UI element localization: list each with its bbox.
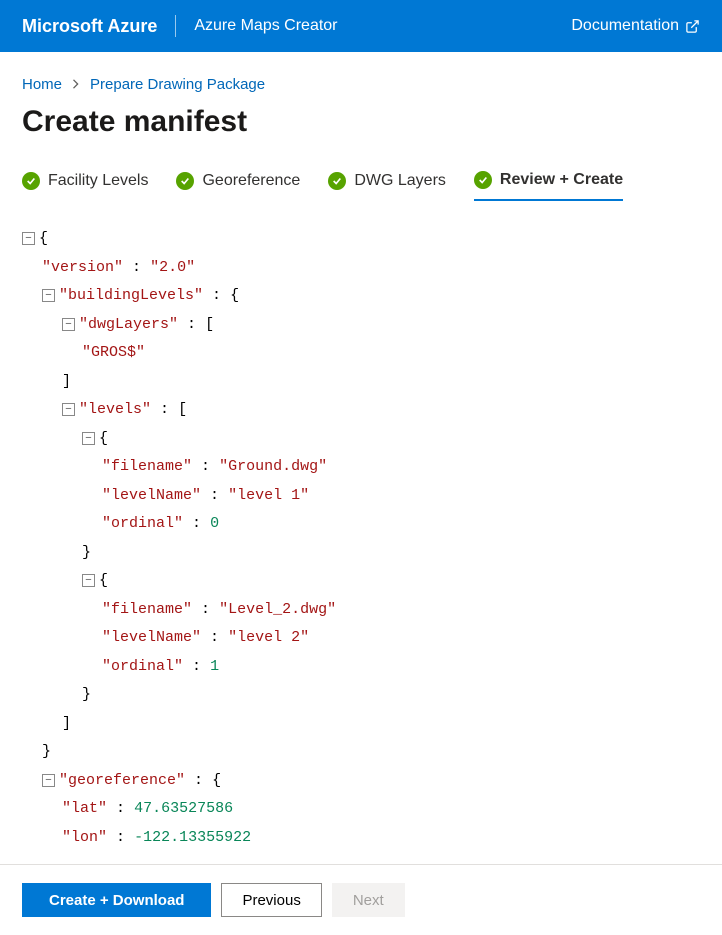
json-line: "ordinal" :1 (22, 653, 700, 682)
check-circle-icon (474, 171, 492, 189)
step-review-create[interactable]: Review + Create (474, 171, 623, 201)
json-line: "ordinal" :0 (22, 510, 700, 539)
page-title: Create manifest (22, 105, 700, 139)
step-label: Facility Levels (48, 172, 148, 190)
step-label: Review + Create (500, 171, 623, 189)
breadcrumb: Home Prepare Drawing Package (22, 76, 700, 93)
json-line: −{ (22, 567, 700, 596)
json-line: } (22, 539, 700, 568)
json-line: "filename" :"Level_2.dwg" (22, 596, 700, 625)
documentation-label: Documentation (571, 17, 679, 35)
step-georeference[interactable]: Georeference (176, 171, 300, 201)
step-dwg-layers[interactable]: DWG Layers (328, 171, 446, 201)
json-line: } (22, 738, 700, 767)
check-circle-icon (176, 172, 194, 190)
previous-button[interactable]: Previous (221, 883, 321, 917)
json-line: −"georeference" :{ (22, 767, 700, 796)
breadcrumb-home[interactable]: Home (22, 76, 62, 93)
json-line: −"buildingLevels" :{ (22, 282, 700, 311)
json-line: "lon" :-122.13355922 (22, 824, 700, 853)
json-viewer: −{ "version" :"2.0" −"buildingLevels" :{… (22, 225, 700, 854)
json-line: −"levels" :[ (22, 396, 700, 425)
collapse-toggle-icon[interactable]: − (62, 403, 75, 416)
json-line: "lat" :47.63527586 (22, 795, 700, 824)
collapse-toggle-icon[interactable]: − (42, 289, 55, 302)
app-title: Azure Maps Creator (194, 17, 337, 35)
step-label: DWG Layers (354, 172, 446, 190)
breadcrumb-prepare[interactable]: Prepare Drawing Package (90, 76, 265, 93)
collapse-toggle-icon[interactable]: − (62, 318, 75, 331)
footer-bar: Create + Download Previous Next (0, 864, 722, 935)
step-label: Georeference (202, 172, 300, 190)
top-bar: Microsoft Azure Azure Maps Creator Docum… (0, 0, 722, 52)
json-line: "version" :"2.0" (22, 254, 700, 283)
collapse-toggle-icon[interactable]: − (82, 574, 95, 587)
create-download-button[interactable]: Create + Download (22, 883, 211, 917)
check-circle-icon (22, 172, 40, 190)
json-line: "levelName" :"level 2" (22, 624, 700, 653)
json-line: } (22, 681, 700, 710)
json-line: −{ (22, 425, 700, 454)
wizard-steps: Facility Levels Georeference DWG Layers … (22, 171, 700, 201)
brand-label: Microsoft Azure (22, 16, 157, 37)
json-line: "GROS$" (22, 339, 700, 368)
documentation-link[interactable]: Documentation (571, 17, 700, 35)
json-line: "levelName" :"level 1" (22, 482, 700, 511)
json-line: −"dwgLayers" :[ (22, 311, 700, 340)
external-link-icon (685, 19, 700, 34)
next-button: Next (332, 883, 405, 917)
main-content: Home Prepare Drawing Package Create mani… (0, 52, 722, 864)
collapse-toggle-icon[interactable]: − (42, 774, 55, 787)
json-line: ] (22, 368, 700, 397)
json-line: −{ (22, 225, 700, 254)
step-facility-levels[interactable]: Facility Levels (22, 171, 148, 201)
json-line: "filename" :"Ground.dwg" (22, 453, 700, 482)
collapse-toggle-icon[interactable]: − (82, 432, 95, 445)
topbar-separator (175, 15, 176, 37)
chevron-right-icon (72, 77, 80, 92)
json-line: ] (22, 710, 700, 739)
collapse-toggle-icon[interactable]: − (22, 232, 35, 245)
check-circle-icon (328, 172, 346, 190)
